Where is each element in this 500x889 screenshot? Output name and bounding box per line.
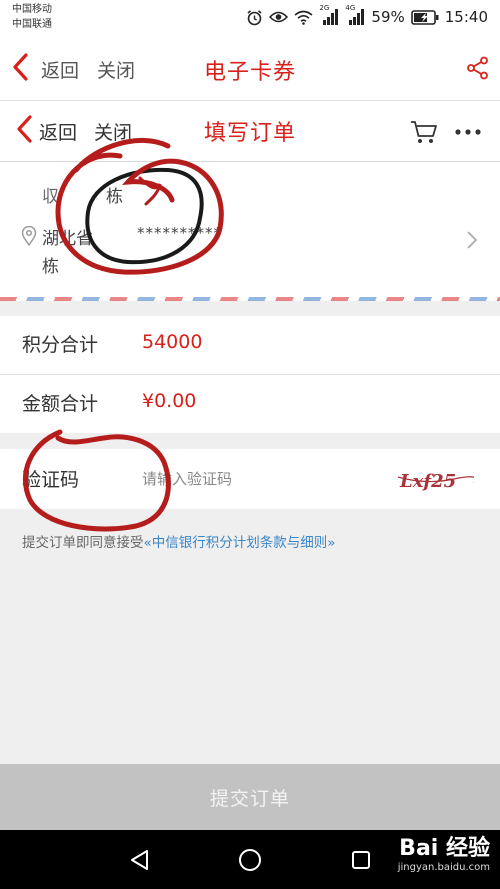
status-icons: 2G 4G 59% 15:40 [246, 4, 488, 28]
amount-total-value: ¥0.00 [142, 390, 197, 412]
outer-close-link[interactable]: 关闭 [97, 56, 135, 83]
location-pin-icon [21, 226, 37, 246]
battery-icon [410, 9, 439, 25]
points-total-row: 积分合计 54000 [0, 316, 500, 374]
terms-link[interactable]: «中信银行积分计划条款与细则» [144, 535, 336, 551]
address-province: 湖北省 [42, 229, 93, 249]
points-total-value: 54000 [142, 331, 203, 353]
battery-percent: 59% [371, 8, 405, 26]
address-line-2: 栋 [42, 257, 59, 277]
recents-square-icon[interactable] [351, 850, 371, 870]
terms-notice: 提交订单即同意接受«中信银行积分计划条款与细则» [22, 531, 336, 551]
captcha-row: 验证码 Lxf25 [0, 449, 500, 509]
captcha-label: 验证码 [22, 469, 80, 491]
clock: 15:40 [444, 8, 488, 26]
address-masked-detail: ********** [137, 224, 222, 242]
watermark-url: jingyan.baidu.com [397, 862, 490, 873]
inner-close-link[interactable]: 关闭 [94, 118, 132, 145]
inner-back-link[interactable]: 返回 [39, 118, 77, 145]
amount-total-label: 金额合计 [22, 393, 99, 415]
recipient-name: 栋 [106, 187, 123, 207]
submit-order-button[interactable]: 提交订单 [0, 764, 500, 830]
signal-1: 2G [319, 4, 339, 25]
signal-bars-icon [349, 9, 365, 25]
back-arrow-icon[interactable] [11, 52, 29, 82]
baidu-watermark: Bai 经验 jingyan.baidu.com [398, 836, 490, 873]
points-total-label: 积分合计 [22, 334, 99, 356]
outer-navigation-bar: 返回 关闭 电子卡券 [0, 34, 500, 101]
shipping-address-card[interactable]: 収 栋 湖北省 ********** 栋 [0, 162, 500, 300]
status-bar: 中国移动 中国联通 2G 4G 59% 15:40 [0, 0, 500, 34]
signal-2: 4G [345, 4, 365, 25]
alarm-icon [247, 9, 262, 25]
inner-page-title: 填写订单 [203, 121, 296, 146]
back-arrow-icon[interactable] [15, 114, 33, 144]
watermark-brand: Bai 经验 [399, 836, 490, 861]
chevron-right-icon [467, 231, 478, 249]
back-triangle-icon[interactable] [129, 849, 149, 871]
recipient-label-fragment: 収 [42, 187, 59, 207]
carrier-1: 中国移动 [12, 4, 52, 15]
carrier-2: 中国联通 [12, 19, 52, 30]
eye-icon [269, 11, 289, 23]
home-circle-icon[interactable] [238, 848, 262, 872]
signal-bars-icon [323, 9, 339, 25]
amount-total-row: 金额合计 ¥0.00 [0, 375, 500, 433]
system-navigation-bar: Bai 经验 jingyan.baidu.com [0, 830, 500, 889]
wifi-icon [294, 10, 313, 25]
airmail-border [0, 297, 500, 301]
cart-icon[interactable] [410, 119, 438, 145]
share-icon[interactable] [466, 56, 490, 80]
more-icon[interactable] [455, 129, 481, 135]
captcha-input[interactable] [142, 467, 362, 491]
outer-back-link[interactable]: 返回 [41, 56, 79, 83]
terms-prefix: 提交订单即同意接受 [22, 535, 144, 551]
outer-page-title: 电子卡券 [203, 60, 296, 85]
inner-navigation-bar: 返回 关闭 填写订单 [0, 101, 500, 162]
captcha-image[interactable]: Lxf25 [396, 465, 474, 495]
